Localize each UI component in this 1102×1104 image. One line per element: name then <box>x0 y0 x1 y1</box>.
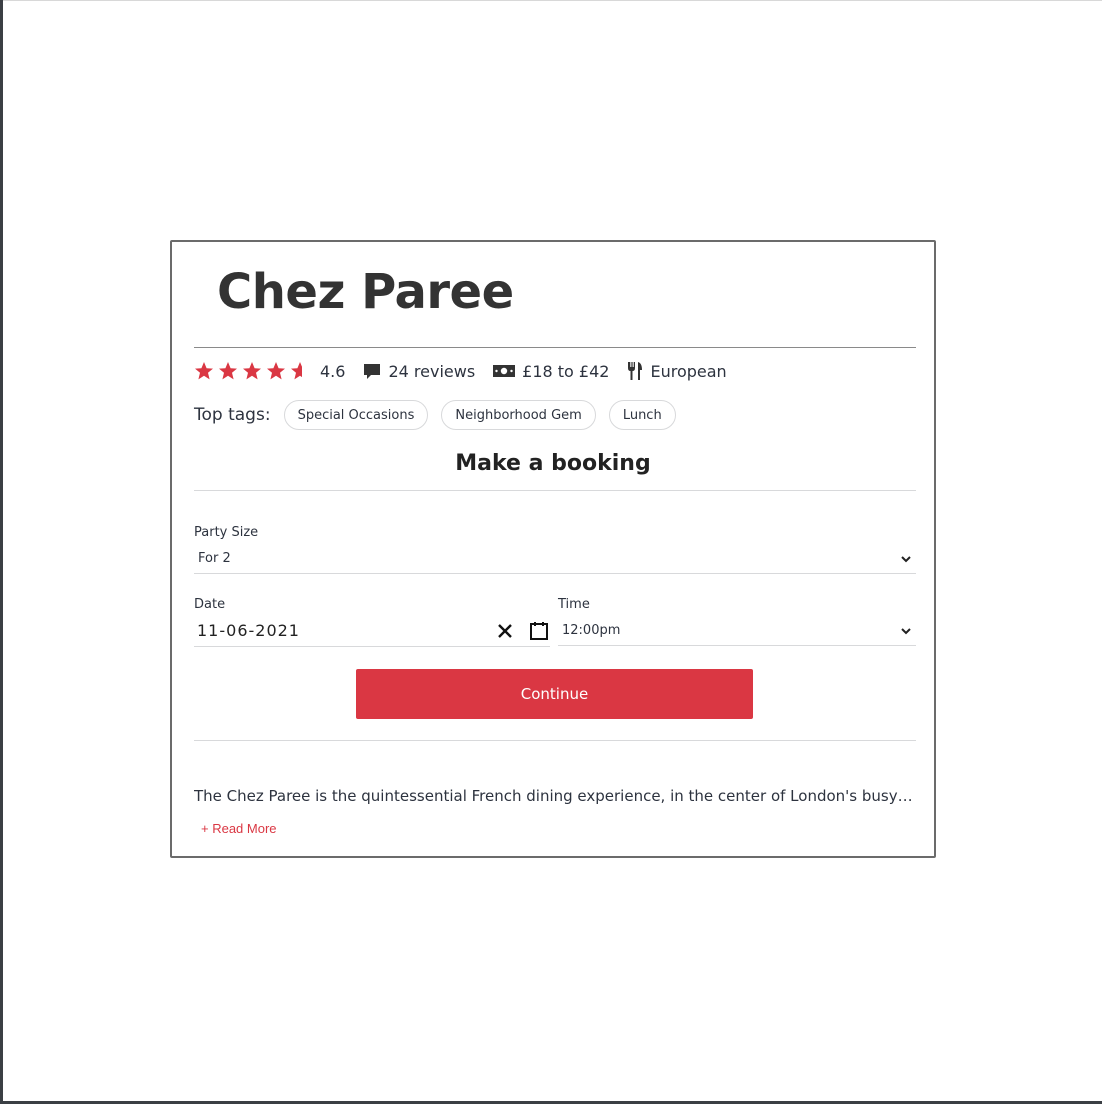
time-label: Time <box>558 597 590 612</box>
chevron-down-icon <box>900 553 912 565</box>
tag-chip[interactable]: Neighborhood Gem <box>441 400 596 430</box>
tag-chip[interactable]: Lunch <box>608 400 676 430</box>
party-size-label: Party Size <box>194 525 259 540</box>
booking-divider <box>194 490 916 491</box>
cuisine: European <box>627 361 727 381</box>
chevron-down-icon <box>900 625 912 637</box>
star-icon <box>267 362 285 380</box>
time-select[interactable]: 12:00pm <box>558 616 916 646</box>
star-icon <box>219 362 237 380</box>
star-icon <box>195 362 213 380</box>
date-field[interactable]: 11-06-2021 <box>194 615 550 647</box>
read-more-link[interactable]: + Read More <box>201 821 277 836</box>
calendar-icon[interactable] <box>528 620 550 642</box>
reviews-label: 24 reviews <box>388 361 476 381</box>
tag-chip[interactable]: Special Occasions <box>283 400 429 430</box>
party-size-select[interactable]: For 2 <box>194 544 916 574</box>
restaurant-card: Chez Paree 4.6 24 reviews £18 to £42 Eur… <box>170 240 936 858</box>
restaurant-description: The Chez Paree is the quintessential Fre… <box>194 787 916 805</box>
price-label: £18 to £42 <box>522 361 610 381</box>
star-icon <box>243 362 261 380</box>
date-value[interactable]: 11-06-2021 <box>194 621 482 640</box>
cuisine-label: European <box>650 361 727 381</box>
restaurant-name: Chez Paree <box>217 264 514 320</box>
star-rating <box>194 361 314 381</box>
rating-value: 4.6 <box>320 361 346 381</box>
time-value: 12:00pm <box>562 623 621 638</box>
top-tags-label: Top tags: <box>194 405 271 425</box>
window-top-edge <box>0 0 1102 1</box>
date-label: Date <box>194 597 226 612</box>
price-range: £18 to £42 <box>493 362 609 381</box>
party-size-value: For 2 <box>198 551 231 566</box>
close-icon[interactable] <box>494 620 516 642</box>
title-divider <box>194 347 916 348</box>
continue-button[interactable]: Continue <box>356 669 753 719</box>
window-left-edge <box>0 0 3 1104</box>
star-icon <box>291 362 302 380</box>
banknote-icon <box>493 363 516 379</box>
booking-heading: Make a booking <box>455 451 651 476</box>
fork-knife-icon <box>627 361 643 381</box>
reviews-count: 24 reviews <box>363 362 475 381</box>
speech-bubble-icon <box>363 362 381 380</box>
top-tags: Top tags: Special Occasions Neighborhood… <box>194 398 689 432</box>
description-divider <box>194 740 916 741</box>
restaurant-meta: 4.6 24 reviews £18 to £42 European <box>194 358 745 384</box>
